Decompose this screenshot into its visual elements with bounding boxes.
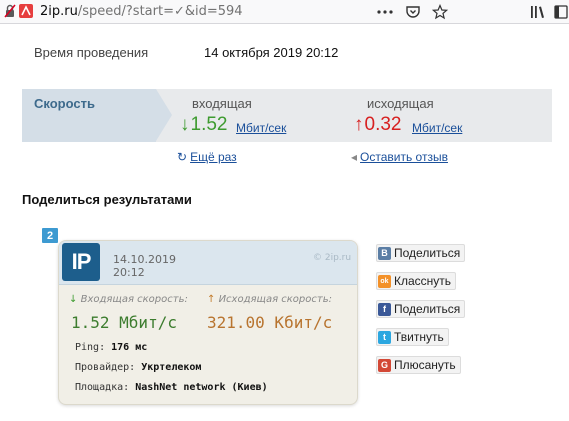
sidebar-icon[interactable]: [551, 2, 569, 22]
card-outgoing-label-text: Исходящая скорость:: [218, 294, 332, 305]
vk-share-label: Поделиться: [394, 246, 461, 260]
url-domain: 2ip.ru: [40, 4, 78, 19]
speed-title: Скорость: [34, 96, 95, 111]
site-label: Площадка:: [75, 382, 130, 393]
lock-icon[interactable]: [4, 4, 16, 18]
vk-share-button[interactable]: B Поделиться: [376, 244, 466, 262]
incoming-speed-value: ↓1.52: [180, 114, 227, 136]
incoming-label: входящая: [192, 96, 252, 111]
google-plus-share-label: Плюсануть: [394, 358, 456, 372]
up-arrow-icon: ↑: [207, 294, 216, 305]
twitter-share-button[interactable]: t Твитнуть: [376, 328, 449, 346]
test-time-label: Время проведения: [34, 45, 149, 60]
incoming-number: 1.52: [190, 114, 228, 135]
facebook-share-button[interactable]: f Поделиться: [376, 300, 466, 318]
card-incoming-value: 1.52 Мбит/с: [71, 313, 177, 332]
facebook-icon: f: [378, 302, 391, 316]
ok-icon: ok: [378, 274, 391, 288]
card-site-row: Площадка: NashNet network (Киев): [75, 382, 268, 393]
refresh-icon: ↻: [177, 150, 188, 164]
pocket-icon[interactable]: [403, 2, 423, 22]
site-value: NashNet network (Киев): [135, 382, 268, 393]
site-icon: [19, 4, 33, 18]
vk-icon: B: [378, 246, 391, 260]
provider-label: Провайдер:: [75, 362, 136, 373]
result-badge: 2: [42, 228, 58, 243]
share-title: Поделиться результатами: [22, 192, 192, 207]
bookmark-star-icon[interactable]: [430, 2, 450, 22]
library-icon[interactable]: [528, 2, 548, 22]
card-incoming-label-text: Входящая скорость:: [80, 294, 188, 305]
retry-link[interactable]: ↻ Ещё раз: [177, 150, 237, 164]
card-outgoing-label: ↑ Исходящая скорость:: [207, 294, 332, 305]
card-ping-row: Ping: 176 мс: [75, 342, 147, 353]
ip-logo: IP: [62, 243, 100, 281]
speed-header-arrow: [156, 89, 172, 141]
twitter-share-label: Твитнуть: [394, 330, 444, 344]
card-time: 20:12: [113, 266, 145, 279]
ok-share-label: Класснуть: [394, 274, 452, 288]
retry-label: Ещё раз: [190, 150, 237, 164]
browser-url-bar[interactable]: 2ip.ru/speed/?start=✓&id=594: [0, 0, 569, 24]
outgoing-unit-link[interactable]: Мбит/сек: [412, 121, 462, 135]
url-path: /speed/?start=✓&id=594: [77, 4, 243, 19]
card-provider-row: Провайдер: Укртелеком: [75, 362, 201, 373]
google-plus-share-button[interactable]: G Плюсануть: [376, 356, 461, 374]
card-incoming-label: ↓ Входящая скорость:: [69, 294, 188, 305]
card-date: 14.10.2019: [113, 253, 176, 266]
ok-share-button[interactable]: ok Класснуть: [376, 272, 457, 290]
test-time-value: 14 октября 2019 20:12: [204, 45, 339, 60]
facebook-share-label: Поделиться: [394, 302, 461, 316]
feedback-link[interactable]: ◂ Оставить отзыв: [351, 150, 448, 164]
card-header: IP 14.10.2019 20:12 © 2ip.ru: [59, 241, 357, 285]
twitter-icon: t: [378, 330, 391, 344]
outgoing-speed-value: ↑0.32: [354, 114, 401, 136]
outgoing-number: 0.32: [364, 114, 402, 135]
url-text[interactable]: 2ip.ru/speed/?start=✓&id=594: [40, 4, 243, 19]
provider-value: Укртелеком: [141, 362, 202, 373]
down-arrow-icon: ↓: [180, 114, 190, 135]
comment-arrow-icon: ◂: [351, 150, 358, 164]
up-arrow-icon: ↑: [354, 114, 364, 135]
outgoing-label: исходящая: [367, 96, 434, 111]
card-outgoing-value: 321.00 Кбит/с: [207, 313, 333, 332]
ping-label: Ping:: [75, 342, 106, 353]
ping-value: 176 мс: [111, 342, 148, 353]
down-arrow-icon: ↓: [69, 294, 78, 305]
more-icon[interactable]: [375, 2, 395, 22]
incoming-unit-link[interactable]: Мбит/сек: [236, 121, 286, 135]
feedback-label: Оставить отзыв: [360, 150, 448, 164]
result-card-image: IP 14.10.2019 20:12 © 2ip.ru ↓ Входящая …: [58, 240, 358, 405]
google-plus-icon: G: [378, 358, 391, 372]
card-watermark: © 2ip.ru: [313, 253, 352, 263]
speed-panel: Скорость входящая ↓1.52 Мбит/сек исходящ…: [22, 89, 552, 142]
